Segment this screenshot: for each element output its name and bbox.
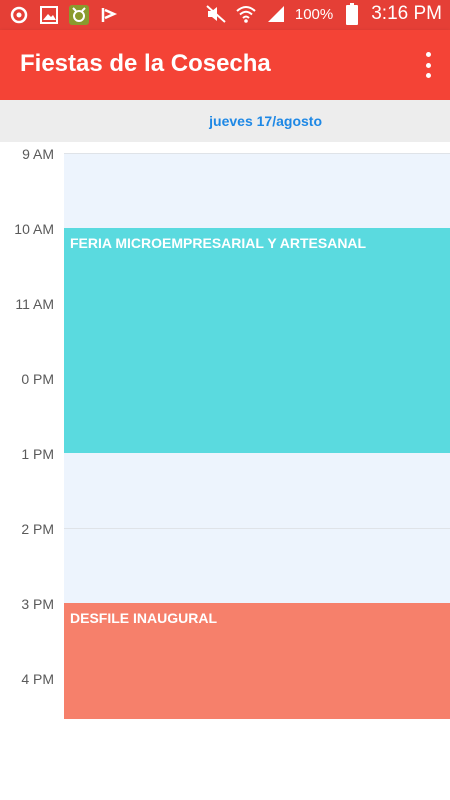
hour-label: 1 PM [21,446,54,462]
image-icon [38,4,60,26]
battery-percent: 100% [294,5,334,23]
app-bar: Fiestas de la Cosecha [0,30,450,100]
check-flag-icon [98,4,120,26]
event-title: DESFILE INAUGURAL [70,610,217,626]
hour-label: 9 AM [22,146,54,162]
hour-label: 0 PM [21,371,54,387]
wifi-icon [235,3,257,25]
gridline [64,528,450,529]
event-feria[interactable]: FERIA MICROEMPRESARIAL Y ARTESANAL [64,228,450,453]
date-header: jueves 17/agosto [0,100,450,142]
hour-label: 10 AM [14,221,54,237]
event-title: FERIA MICROEMPRESARIAL Y ARTESANAL [70,235,367,251]
hour-label: 11 AM [15,296,54,312]
status-time: 3:16 PM [371,3,442,24]
hour-label: 2 PM [21,521,54,537]
gridline [64,153,450,154]
sync-icon [8,4,30,26]
event-desfile[interactable]: DESFILE INAUGURAL [64,603,450,719]
hour-label: 3 PM [21,596,54,612]
battery-icon [341,3,363,25]
signal-icon [265,3,287,25]
status-bar: 100% 3:16 PM [0,0,450,30]
app-title: Fiestas de la Cosecha [20,50,271,77]
mute-icon [205,3,227,25]
app-badge-icon [68,4,90,26]
hour-label: 4 PM [21,671,54,687]
date-label[interactable]: jueves 17/agosto [0,113,450,129]
more-vert-icon[interactable] [420,52,436,78]
